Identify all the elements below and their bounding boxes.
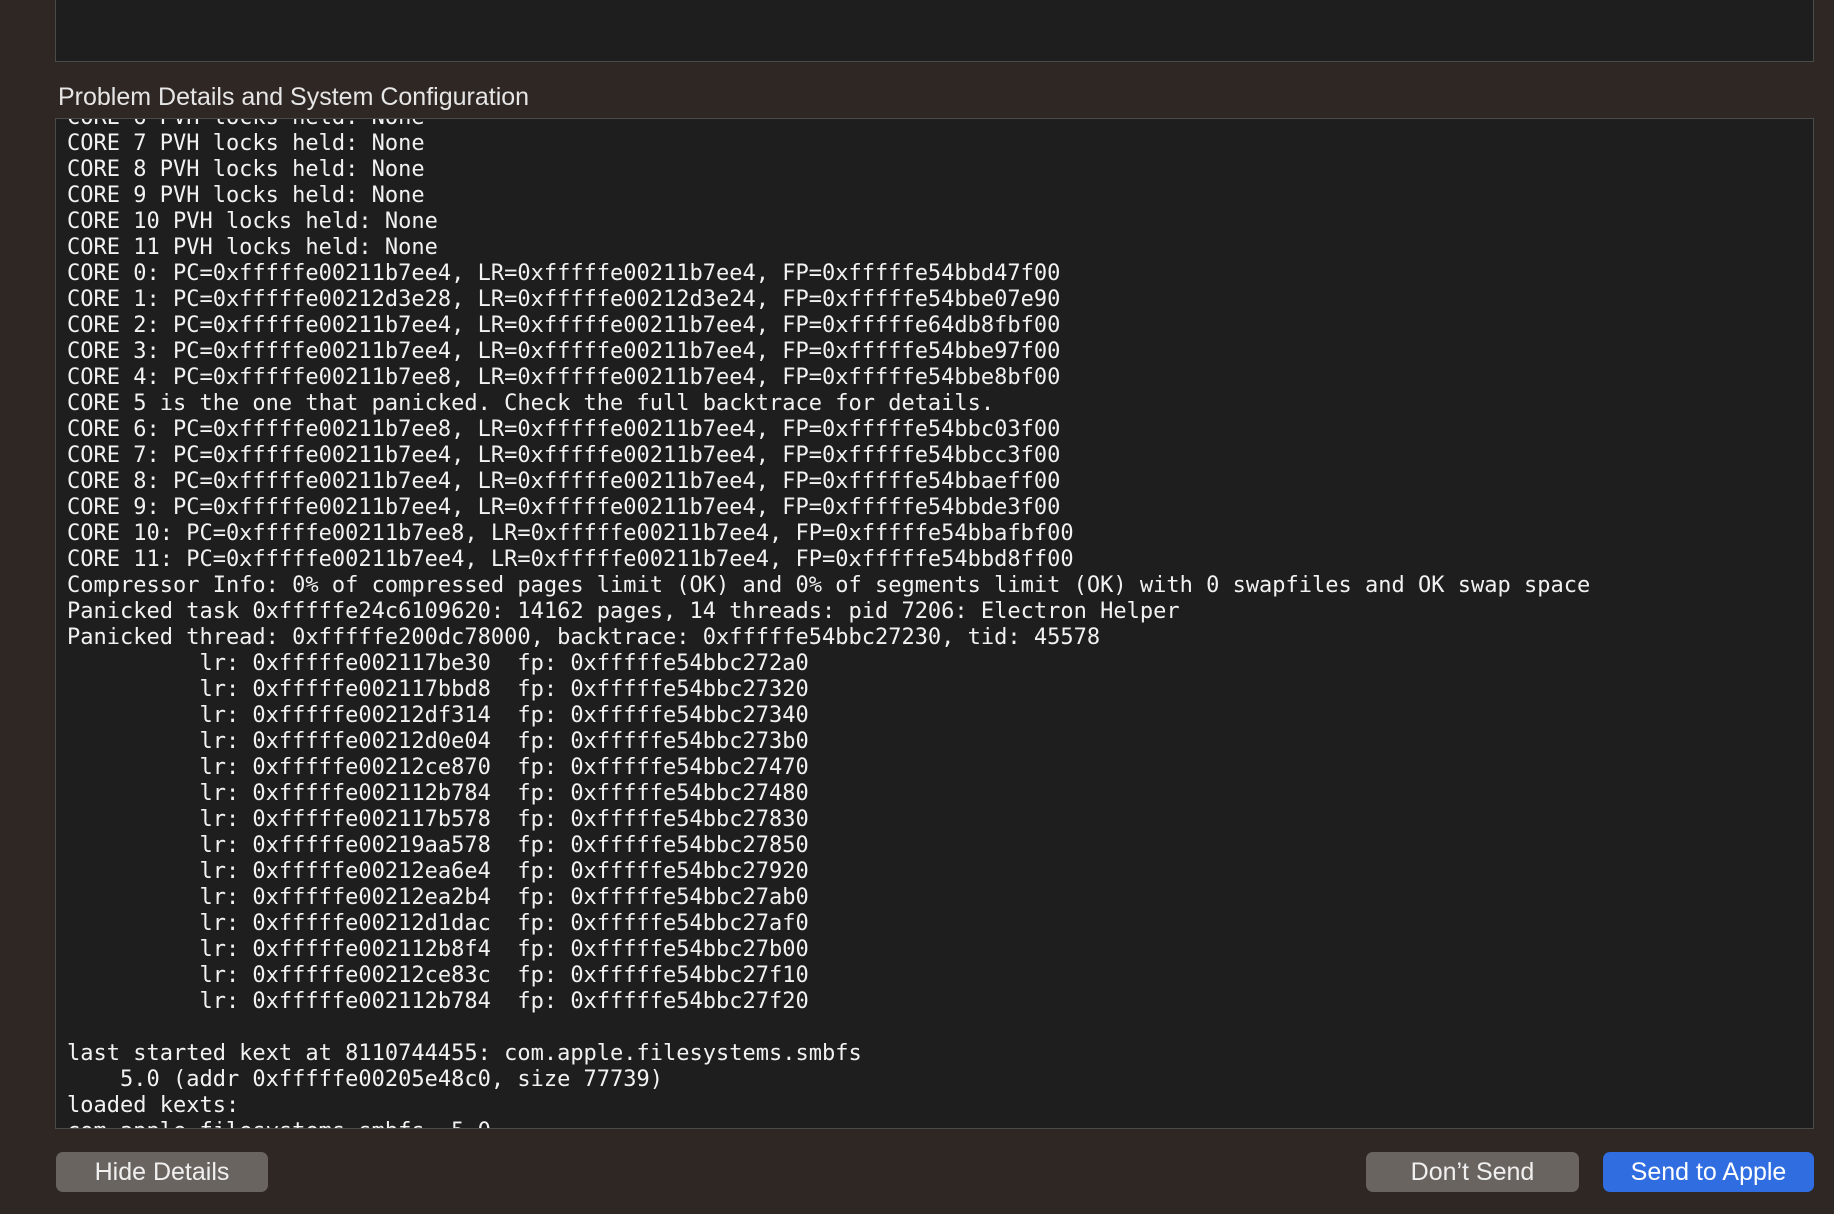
log-text: CORE 6 PVH locks held: None CORE 7 PVH l… [67,119,1591,1128]
description-text-area[interactable] [55,0,1814,62]
log-line: CORE 1: PC=0xfffffe00212d3e28, LR=0xffff… [67,287,1061,312]
log-line: Panicked task 0xfffffe24c6109620: 14162 … [67,599,1180,624]
log-line: last started kext at 8110744455: com.app… [67,1041,862,1066]
log-line: lr: 0xfffffe00212ea2b4 fp: 0xfffffe54bbc… [67,885,809,910]
log-line: lr: 0xfffffe00212df314 fp: 0xfffffe54bbc… [67,703,809,728]
log-line: CORE 5 is the one that panicked. Check t… [67,391,995,416]
section-title: Problem Details and System Configuration [58,83,530,111]
log-line: lr: 0xfffffe00212d0e04 fp: 0xfffffe54bbc… [67,729,809,754]
log-line: CORE 3: PC=0xfffffe00211b7ee4, LR=0xffff… [67,339,1061,364]
log-line: 5.0 (addr 0xfffffe00205e48c0, size 77739… [67,1067,664,1092]
log-line: lr: 0xfffffe002117be30 fp: 0xfffffe54bbc… [67,651,809,676]
log-line: CORE 7 PVH locks held: None [67,131,425,156]
log-line: lr: 0xfffffe00212ce870 fp: 0xfffffe54bbc… [67,755,809,780]
log-line: lr: 0xfffffe00212ea6e4 fp: 0xfffffe54bbc… [67,859,809,884]
log-line: CORE 9 PVH locks held: None [67,183,425,208]
log-line: Panicked thread: 0xfffffe200dc78000, bac… [67,625,1101,650]
log-line: CORE 8 PVH locks held: None [67,157,425,182]
log-line: CORE 8: PC=0xfffffe00211b7ee4, LR=0xffff… [67,469,1061,494]
log-line: lr: 0xfffffe002117bbd8 fp: 0xfffffe54bbc… [67,677,809,702]
log-line: loaded kexts: [67,1093,240,1118]
log-line: lr: 0xfffffe00212ce83c fp: 0xfffffe54bbc… [67,963,809,988]
log-line: CORE 7: PC=0xfffffe00211b7ee4, LR=0xffff… [67,443,1061,468]
problem-details-log[interactable]: CORE 6 PVH locks held: None CORE 7 PVH l… [55,118,1814,1129]
log-line: CORE 11: PC=0xfffffe00211b7ee4, LR=0xfff… [67,547,1074,572]
log-line: CORE 10: PC=0xfffffe00211b7ee8, LR=0xfff… [67,521,1074,546]
log-line: lr: 0xfffffe002112b784 fp: 0xfffffe54bbc… [67,989,809,1014]
log-line: lr: 0xfffffe002117b578 fp: 0xfffffe54bbc… [67,807,809,832]
log-line: CORE 11 PVH locks held: None [67,235,438,260]
hide-details-button[interactable]: Hide Details [56,1152,268,1192]
log-line: CORE 2: PC=0xfffffe00211b7ee4, LR=0xffff… [67,313,1061,338]
log-line: lr: 0xfffffe00212d1dac fp: 0xfffffe54bbc… [67,911,809,936]
log-line: lr: 0xfffffe002112b784 fp: 0xfffffe54bbc… [67,781,809,806]
log-line: com.apple.filesystems.smbfs 5.0 [67,1119,491,1128]
log-line: CORE 4: PC=0xfffffe00211b7ee8, LR=0xffff… [67,365,1061,390]
log-line: CORE 10 PVH locks held: None [67,209,438,234]
log-line: CORE 6 PVH locks held: None [67,119,425,130]
log-line: lr: 0xfffffe002112b8f4 fp: 0xfffffe54bbc… [67,937,809,962]
send-to-apple-button[interactable]: Send to Apple [1603,1152,1814,1192]
log-line: Compressor Info: 0% of compressed pages … [67,573,1591,598]
log-line: CORE 0: PC=0xfffffe00211b7ee4, LR=0xffff… [67,261,1061,286]
dont-send-button[interactable]: Don’t Send [1366,1152,1579,1192]
log-line: lr: 0xfffffe00219aa578 fp: 0xfffffe54bbc… [67,833,809,858]
log-line: CORE 9: PC=0xfffffe00211b7ee4, LR=0xffff… [67,495,1061,520]
log-line: CORE 6: PC=0xfffffe00211b7ee8, LR=0xffff… [67,417,1061,442]
